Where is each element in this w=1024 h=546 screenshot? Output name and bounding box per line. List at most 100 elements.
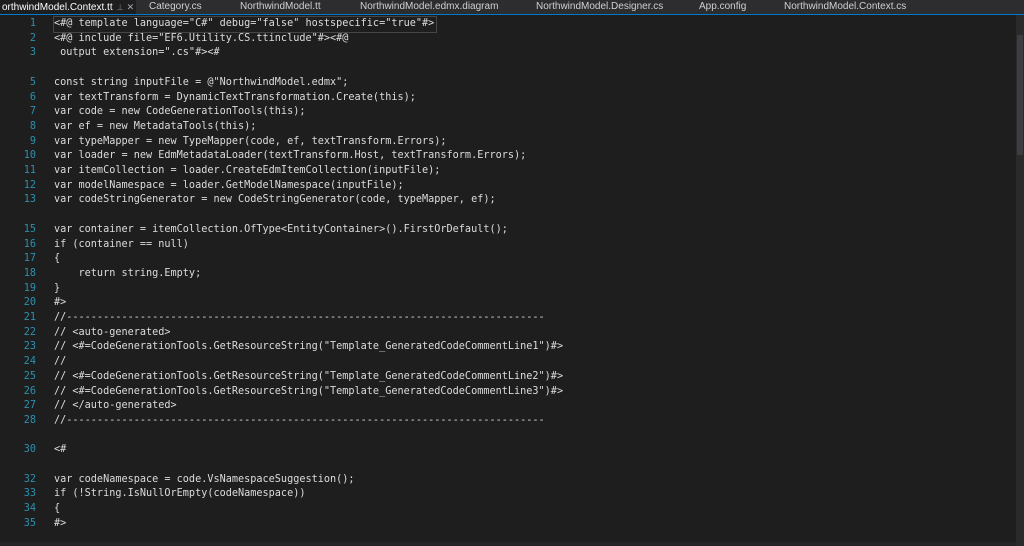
vertical-scrollbar[interactable] — [1016, 15, 1024, 546]
line-number: 15 — [23, 223, 36, 235]
code-text[interactable]: output extension=".cs"#><# — [54, 46, 219, 61]
document-tab[interactable]: Category.cs — [147, 0, 204, 14]
code-line[interactable]: 11 var itemCollection = loader.CreateEdmI… — [0, 164, 1014, 179]
line-number: 20 — [23, 297, 36, 309]
code-text[interactable]: #> — [54, 296, 66, 311]
line-number: 10 — [23, 150, 36, 162]
code-text[interactable]: var ef = new MetadataTools(this); — [54, 120, 256, 135]
code-text[interactable]: <#@ include file="EF6.Utility.CS.ttinclu… — [54, 32, 348, 47]
code-line[interactable]: 17 { — [0, 252, 1014, 267]
close-icon[interactable]: ✕ — [127, 2, 135, 12]
code-text[interactable]: //--------------------------------------… — [54, 311, 545, 326]
code-line[interactable]: 5 const string inputFile = @"NorthwindMod… — [0, 76, 1014, 91]
code-line[interactable]: 27 // </auto-generated> — [0, 399, 1014, 414]
document-tab[interactable]: NorthwindModel.tt — [238, 0, 323, 14]
code-line[interactable]: 23 // <#=CodeGenerationTools.GetResourceS… — [0, 340, 1014, 355]
code-text[interactable]: var textTransform = DynamicTextTransform… — [54, 91, 416, 106]
code-text[interactable]: if (container == null) — [54, 238, 189, 253]
code-text[interactable]: // <auto-generated> — [54, 326, 171, 341]
code-line[interactable] — [0, 61, 1014, 76]
code-text[interactable]: var codeNamespace = code.VsNamespaceSugg… — [54, 473, 355, 488]
code-text[interactable]: var loader = new EdmMetadataLoader(textT… — [54, 149, 526, 164]
code-line[interactable]: 12 var modelNamespace = loader.GetModelNa… — [0, 179, 1014, 194]
code-text[interactable]: } — [54, 282, 60, 297]
code-line[interactable] — [0, 458, 1014, 473]
line-number: 23 — [23, 341, 36, 353]
code-text[interactable]: return string.Empty; — [54, 267, 202, 282]
tab-label: Category.cs — [149, 1, 202, 12]
code-editor[interactable]: 1 <#@ template language="C#" debug="false… — [0, 15, 1024, 546]
code-text[interactable]: // <#=CodeGenerationTools.GetResourceStr… — [54, 370, 563, 385]
code-text[interactable]: // <#=CodeGenerationTools.GetResourceStr… — [54, 340, 563, 355]
code-text[interactable]: var itemCollection = loader.CreateEdmIte… — [54, 164, 440, 179]
code-line[interactable]: 8 var ef = new MetadataTools(this); — [0, 120, 1014, 135]
code-text[interactable]: { — [54, 252, 60, 267]
code-text[interactable]: var container = itemCollection.OfType<En… — [54, 223, 508, 238]
code-line[interactable]: 34 { — [0, 502, 1014, 517]
code-line[interactable]: 33 if (!String.IsNullOrEmpty(codeNamespac… — [0, 487, 1014, 502]
code-text[interactable]: // — [54, 355, 66, 370]
code-line[interactable]: 1 <#@ template language="C#" debug="false… — [0, 16, 1014, 33]
scrollbar-thumb[interactable] — [1017, 35, 1023, 155]
code-line[interactable]: 16 if (container == null) — [0, 238, 1014, 253]
code-text[interactable]: var codeStringGenerator = new CodeString… — [54, 193, 496, 208]
code-line[interactable]: 3 output extension=".cs"#><# — [0, 46, 1014, 61]
code-line[interactable]: 10 var loader = new EdmMetadataLoader(tex… — [0, 149, 1014, 164]
code-line[interactable]: 13 var codeStringGenerator = new CodeStri… — [0, 193, 1014, 208]
code-text[interactable]: var typeMapper = new TypeMapper(code, ef… — [54, 135, 447, 150]
code-text[interactable]: <#@ template language="C#" debug="false"… — [52, 16, 438, 33]
document-tab[interactable]: App.config — [697, 0, 748, 14]
code-line[interactable]: 7 var code = new CodeGenerationTools(this… — [0, 105, 1014, 120]
code-line[interactable]: 35 #> — [0, 517, 1014, 532]
line-number: 3 — [29, 47, 36, 59]
code-line[interactable]: 21 //------------------------------------… — [0, 311, 1014, 326]
code-line[interactable]: 30 <# — [0, 443, 1014, 458]
code-text[interactable]: var modelNamespace = loader.GetModelName… — [54, 179, 404, 194]
line-number: 28 — [23, 414, 36, 426]
code-text[interactable]: //--------------------------------------… — [54, 414, 545, 429]
code-line[interactable]: 19} — [0, 282, 1014, 297]
line-number: 8 — [29, 120, 36, 132]
code-line[interactable]: 32 var codeNamespace = code.VsNamespaceSu… — [0, 473, 1014, 488]
code-line[interactable]: 25 // <#=CodeGenerationTools.GetResourceS… — [0, 370, 1014, 385]
line-number: 1 — [29, 18, 36, 29]
tab-label: NorthwindModel.Designer.cs — [536, 1, 664, 12]
code-text[interactable]: { — [54, 502, 60, 517]
code-text[interactable]: const string inputFile = @"NorthwindMode… — [54, 76, 348, 91]
code-line[interactable]: 18 return string.Empty; — [0, 267, 1014, 282]
code-text[interactable]: <# — [54, 443, 66, 458]
line-number: 11 — [23, 165, 36, 176]
code-line[interactable]: 2 <#@ include file="EF6.Utility.CS.ttincl… — [0, 32, 1014, 47]
line-number: 27 — [23, 400, 36, 412]
code-line[interactable]: 9 var typeMapper = new TypeMapper(code, e… — [0, 135, 1014, 150]
code-line[interactable]: 6 var textTransform = DynamicTextTransfor… — [0, 91, 1014, 106]
code-line[interactable]: 22 // <auto-generated> — [0, 326, 1014, 341]
code-text[interactable]: var code = new CodeGenerationTools(this)… — [54, 105, 305, 120]
code-line[interactable]: 15 var container = itemCollection.OfType<… — [0, 223, 1014, 238]
line-number: 2 — [29, 32, 36, 44]
tab-label: orthwindModel.Context.tt — [2, 2, 113, 13]
document-tab[interactable]: NorthwindModel.Context.cs — [782, 0, 908, 14]
document-tab[interactable]: NorthwindModel.Designer.cs — [534, 0, 665, 14]
code-line[interactable]: 28 //------------------------------------… — [0, 414, 1014, 429]
code-text[interactable]: #> — [54, 517, 66, 532]
code-line[interactable] — [0, 208, 1014, 223]
code-line[interactable] — [0, 429, 1014, 444]
line-number: 26 — [23, 385, 36, 397]
document-tab[interactable]: orthwindModel.Context.tt ⊥ ✕ — [0, 0, 137, 14]
line-number: 16 — [23, 238, 36, 250]
document-tab-bar: orthwindModel.Context.tt ⊥ ✕ Category.cs Nor… — [0, 0, 1024, 15]
code-line[interactable]: 26 // <#=CodeGenerationTools.GetResourceS… — [0, 385, 1014, 400]
code-text[interactable]: if (!String.IsNullOrEmpty(codeNamespace)… — [54, 487, 305, 502]
line-number: 30 — [23, 444, 36, 456]
horizontal-scrollbar[interactable] — [0, 542, 1016, 546]
line-number: 25 — [23, 370, 36, 382]
code-line[interactable]: 20 #> — [0, 296, 1014, 311]
code-text[interactable]: // <#=CodeGenerationTools.GetResourceStr… — [54, 385, 563, 400]
pin-icon[interactable]: ⊥ — [117, 3, 124, 12]
line-number: 34 — [23, 503, 36, 515]
document-tab[interactable]: NorthwindModel.edmx.diagram — [358, 0, 500, 14]
code-line[interactable]: 24 // — [0, 355, 1014, 370]
code-text[interactable]: // </auto-generated> — [54, 399, 177, 414]
line-number: 21 — [23, 312, 36, 323]
